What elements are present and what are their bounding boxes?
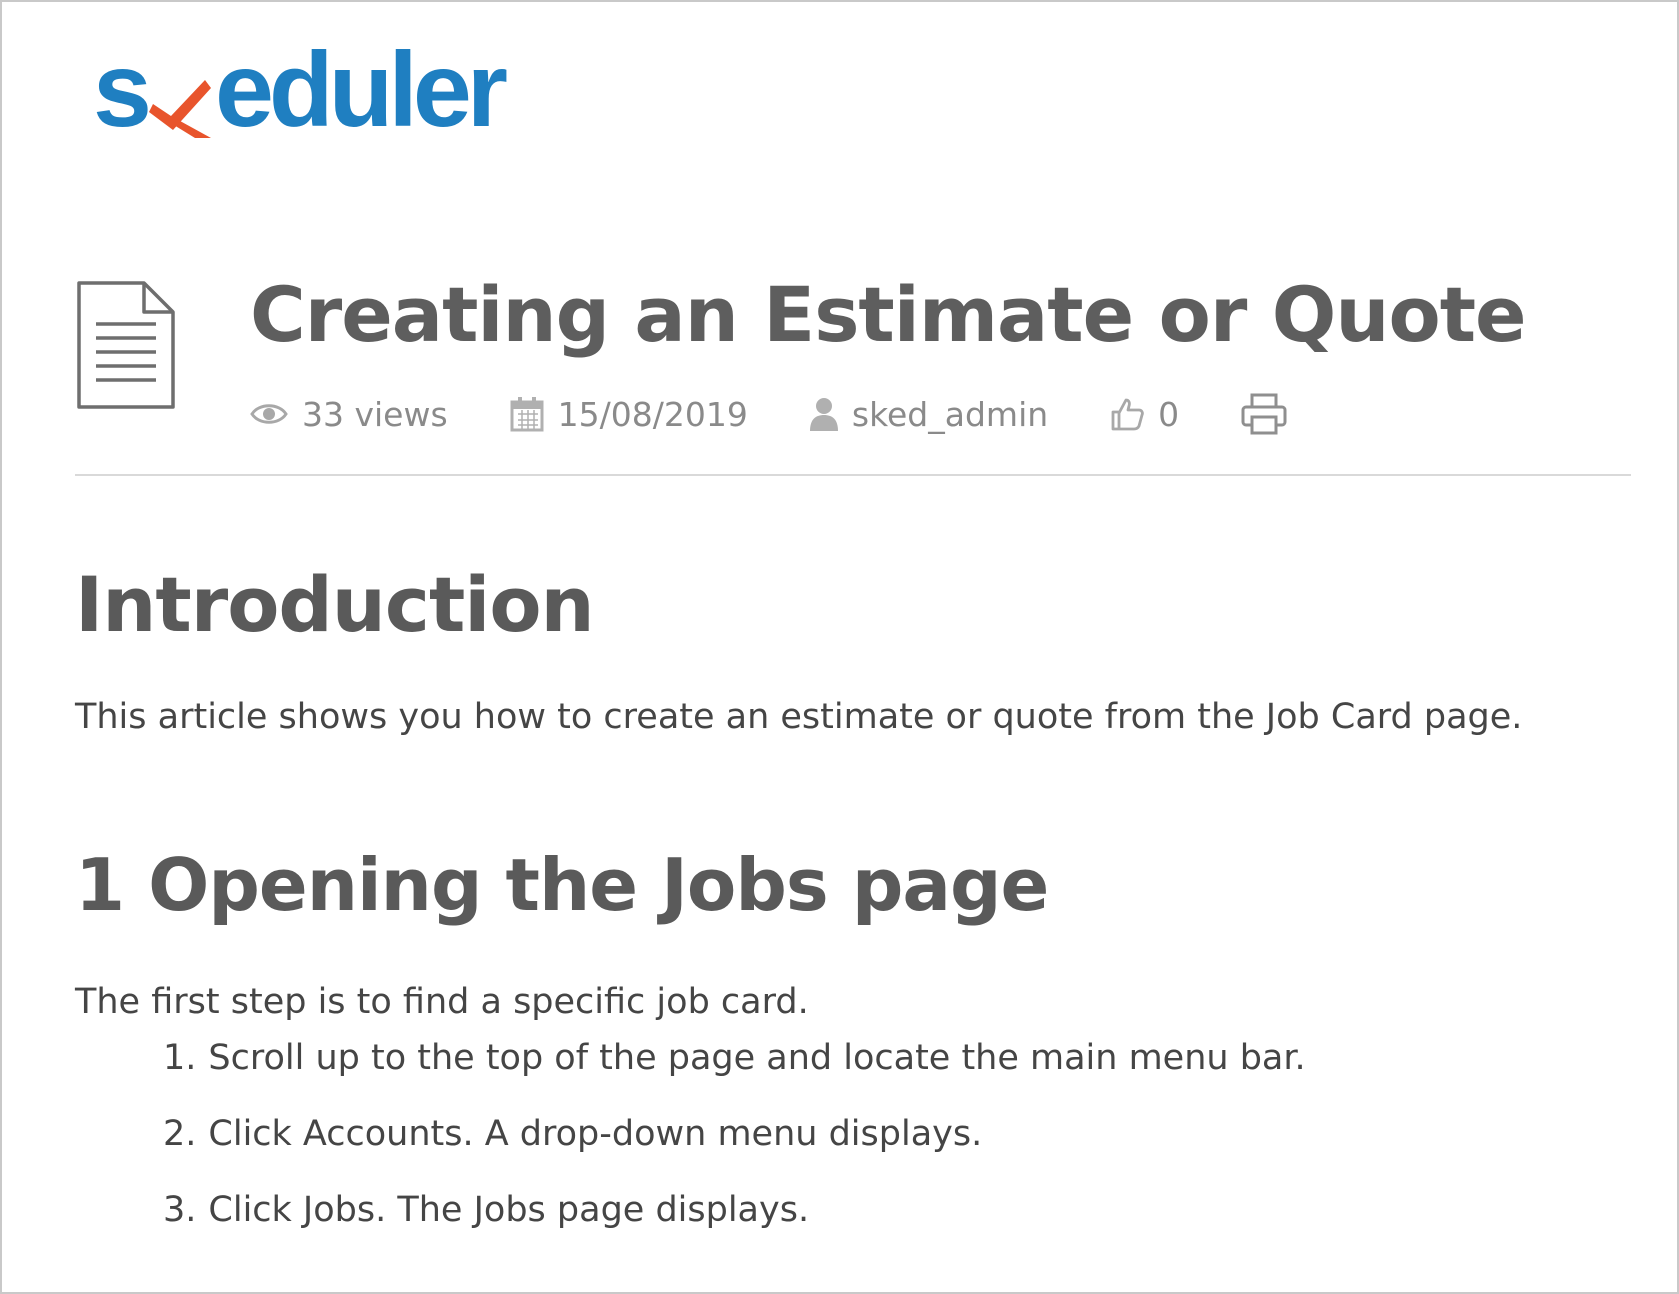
article-meta: 33 views 15/08/2019 sked_admin 0 — [250, 393, 1301, 435]
article-title: Creating an Estimate or Quote — [250, 270, 1527, 359]
logo-letter-s: s — [93, 31, 152, 149]
views-label: 33 views — [302, 394, 448, 434]
print-button[interactable] — [1241, 393, 1301, 435]
step-number: 3. — [163, 1190, 197, 1230]
list-item: 3. Click Jobs. The Jobs page displays. — [163, 1190, 1306, 1266]
logo-check-mark-icon — [148, 80, 211, 138]
author[interactable]: sked_admin — [809, 394, 1049, 434]
list-item: 1. Scroll up to the top of the page and … — [163, 1038, 1306, 1114]
thumbs-up-icon — [1111, 398, 1144, 431]
skeduler-logo[interactable]: s eduler — [93, 31, 508, 149]
list-item: 2. Click Accounts. A drop-down menu disp… — [163, 1114, 1306, 1190]
step-text: Click Jobs. The Jobs page displays. — [208, 1190, 810, 1230]
step-number: 1. — [163, 1038, 197, 1078]
user-icon — [809, 398, 838, 431]
likes-count: 0 — [1158, 394, 1180, 434]
step-text: Click Accounts. A drop-down menu display… — [208, 1114, 983, 1154]
step1-heading: 1 Opening the Jobs page — [75, 843, 1049, 927]
logo-letters-eduler: eduler — [214, 31, 508, 149]
like-button[interactable]: 0 — [1110, 395, 1179, 434]
eye-icon — [250, 404, 288, 424]
document-icon — [77, 281, 175, 409]
introduction-heading: Introduction — [75, 560, 595, 649]
header-divider — [75, 474, 1631, 476]
calendar-icon — [510, 397, 544, 432]
views-count: 33 views — [250, 395, 448, 434]
step1-text: The first step is to find a specific job… — [75, 982, 809, 1022]
introduction-text: This article shows you how to create an … — [75, 697, 1523, 737]
step-text: Scroll up to the top of the page and loc… — [208, 1038, 1306, 1078]
steps-list: 1. Scroll up to the top of the page and … — [163, 1038, 1306, 1266]
publish-date: 15/08/2019 — [510, 395, 748, 434]
step-number: 2. — [163, 1114, 197, 1154]
author-label: sked_admin — [851, 394, 1049, 434]
date-label: 15/08/2019 — [557, 394, 748, 434]
print-icon — [1241, 393, 1287, 435]
